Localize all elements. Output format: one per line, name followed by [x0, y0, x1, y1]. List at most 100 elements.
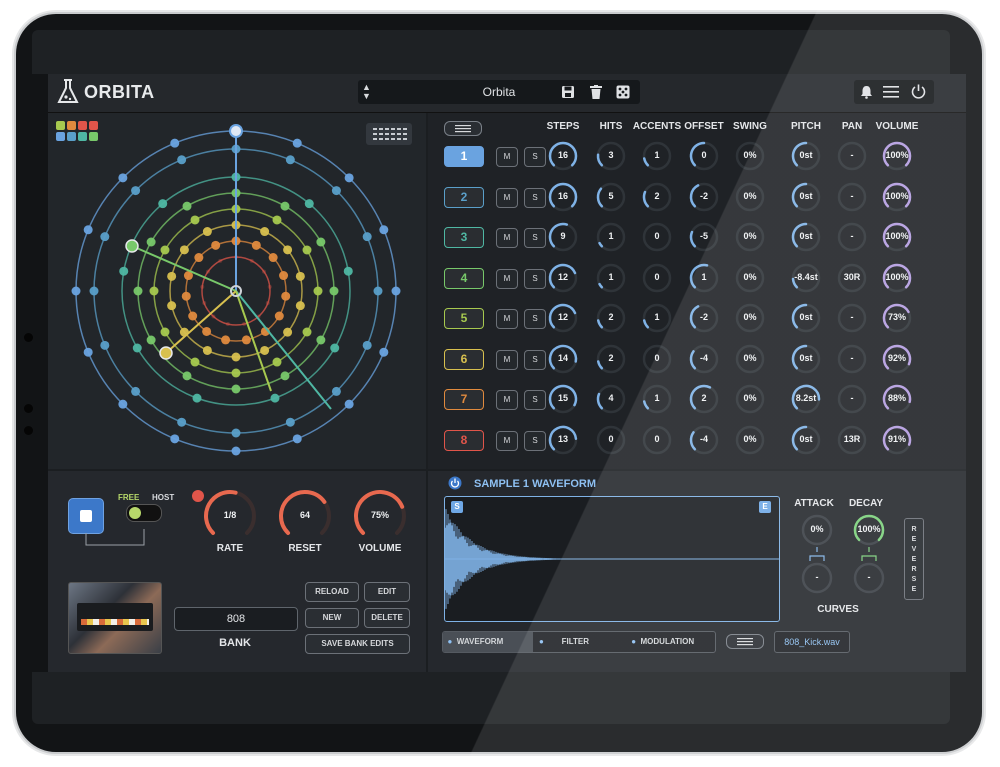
track-select-button[interactable]: 1	[444, 146, 484, 167]
bell-icon[interactable]	[860, 85, 873, 99]
delete-button[interactable]: DELETE	[364, 608, 410, 628]
attack-knob[interactable]: 0%	[800, 513, 834, 547]
waveform-display[interactable]: S E	[444, 496, 780, 622]
mute-button[interactable]: M	[496, 187, 518, 208]
attack-curve-knob[interactable]: -	[800, 549, 834, 595]
track-select-button[interactable]: 4	[444, 267, 484, 289]
pan-knob[interactable]: -	[836, 302, 868, 334]
sample-file-field[interactable]: 808_Kick.wav	[774, 631, 850, 653]
accents-knob[interactable]: 0	[641, 221, 673, 253]
dice-icon[interactable]	[616, 85, 630, 99]
hits-knob[interactable]: 1	[595, 221, 627, 253]
track-select-button[interactable]: 2	[444, 186, 484, 208]
mute-button[interactable]: M	[496, 430, 518, 451]
offset-knob[interactable]: 0	[688, 140, 720, 172]
mute-button[interactable]: M	[496, 349, 518, 370]
pan-knob[interactable]: -	[836, 181, 868, 213]
track-select-button[interactable]: 8	[444, 429, 484, 451]
reload-button[interactable]: RELOAD	[305, 582, 359, 602]
accents-knob[interactable]: 1	[641, 302, 673, 334]
hits-knob[interactable]: 4	[595, 383, 627, 415]
rate-knob[interactable]: 1/8	[201, 487, 259, 547]
reverse-button[interactable]: REVERSE	[904, 518, 924, 600]
volume-knob[interactable]: 100%	[881, 221, 913, 253]
solo-button[interactable]: S	[524, 349, 546, 370]
mute-button[interactable]: M	[496, 147, 518, 167]
solo-button[interactable]: S	[524, 228, 546, 248]
swing-knob[interactable]: 0%	[734, 262, 766, 294]
pitch-knob[interactable]: 0st	[790, 221, 822, 253]
solo-button[interactable]: S	[524, 187, 546, 208]
volume-knob[interactable]: 75%	[351, 487, 409, 547]
offset-knob[interactable]: -5	[688, 221, 720, 253]
track-select-button[interactable]: 6	[444, 348, 484, 370]
end-marker[interactable]: E	[759, 501, 771, 513]
mute-button[interactable]: M	[496, 228, 518, 248]
pitch-knob[interactable]: 0st	[790, 181, 822, 213]
pitch-knob[interactable]: 0st	[790, 343, 822, 375]
pan-knob[interactable]: -	[836, 140, 868, 172]
solo-button[interactable]: S	[524, 147, 546, 167]
track-select-button[interactable]: 3	[444, 227, 484, 248]
orbit-rings[interactable]	[48, 113, 426, 469]
steps-knob[interactable]: 12	[547, 262, 579, 294]
sync-toggle[interactable]	[126, 504, 162, 522]
bank-image[interactable]	[68, 582, 162, 654]
volume-knob[interactable]: 92%	[881, 343, 913, 375]
edit-button[interactable]: EDIT	[364, 582, 410, 602]
accents-knob[interactable]: 1	[641, 140, 673, 172]
hits-knob[interactable]: 2	[595, 302, 627, 334]
offset-knob[interactable]: -2	[688, 181, 720, 213]
offset-knob[interactable]: -4	[688, 424, 720, 456]
steps-knob[interactable]: 16	[547, 181, 579, 213]
power-toggle-icon[interactable]	[448, 476, 462, 490]
pitch-knob[interactable]: -8.4st	[790, 262, 822, 294]
pitch-knob[interactable]: 0st	[790, 140, 822, 172]
accents-knob[interactable]: 0	[641, 262, 673, 294]
solo-button[interactable]: S	[524, 390, 546, 410]
solo-button[interactable]: S	[524, 268, 546, 289]
sequencer-menu-button[interactable]	[444, 121, 482, 136]
steps-knob[interactable]: 12	[547, 302, 579, 334]
tab-modulation[interactable]: ● MODULATION	[629, 632, 715, 652]
pan-knob[interactable]: -	[836, 221, 868, 253]
pan-knob[interactable]: 13R	[836, 424, 868, 456]
solo-button[interactable]: S	[524, 430, 546, 451]
start-marker[interactable]: S	[451, 501, 463, 513]
volume-knob[interactable]: 91%	[881, 424, 913, 456]
pitch-knob[interactable]: 8.2st	[790, 383, 822, 415]
steps-knob[interactable]: 15	[547, 383, 579, 415]
hits-knob[interactable]: 5	[595, 181, 627, 213]
tab-waveform[interactable]: ● WAVEFORM	[443, 632, 533, 652]
tab-filter[interactable]: ● FILTER	[539, 632, 629, 652]
volume-knob[interactable]: 73%	[881, 302, 913, 334]
accents-knob[interactable]: 0	[641, 343, 673, 375]
mute-button[interactable]: M	[496, 268, 518, 289]
solo-button[interactable]: S	[524, 309, 546, 329]
save-bank-edits-button[interactable]: SAVE BANK EDITS	[305, 634, 410, 654]
hits-knob[interactable]: 1	[595, 262, 627, 294]
new-button[interactable]: NEW	[305, 608, 359, 628]
mute-button[interactable]: M	[496, 390, 518, 410]
pitch-knob[interactable]: 0st	[790, 302, 822, 334]
swing-knob[interactable]: 0%	[734, 181, 766, 213]
pitch-knob[interactable]: 0st	[790, 424, 822, 456]
volume-knob[interactable]: 100%	[881, 262, 913, 294]
steps-knob[interactable]: 13	[547, 424, 579, 456]
swing-knob[interactable]: 0%	[734, 302, 766, 334]
swing-knob[interactable]: 0%	[734, 424, 766, 456]
steps-knob[interactable]: 9	[547, 221, 579, 253]
trash-icon[interactable]	[590, 85, 602, 99]
pan-knob[interactable]: -	[836, 343, 868, 375]
offset-knob[interactable]: 1	[688, 262, 720, 294]
steps-knob[interactable]: 16	[547, 140, 579, 172]
steps-knob[interactable]: 14	[547, 343, 579, 375]
pan-knob[interactable]: -	[836, 383, 868, 415]
swing-knob[interactable]: 0%	[734, 343, 766, 375]
accents-knob[interactable]: 2	[641, 181, 673, 213]
track-select-button[interactable]: 7	[444, 389, 484, 410]
bank-name-field[interactable]: 808	[174, 607, 298, 631]
decay-curve-knob[interactable]: -	[852, 549, 886, 595]
volume-knob[interactable]: 100%	[881, 140, 913, 172]
volume-knob[interactable]: 100%	[881, 181, 913, 213]
